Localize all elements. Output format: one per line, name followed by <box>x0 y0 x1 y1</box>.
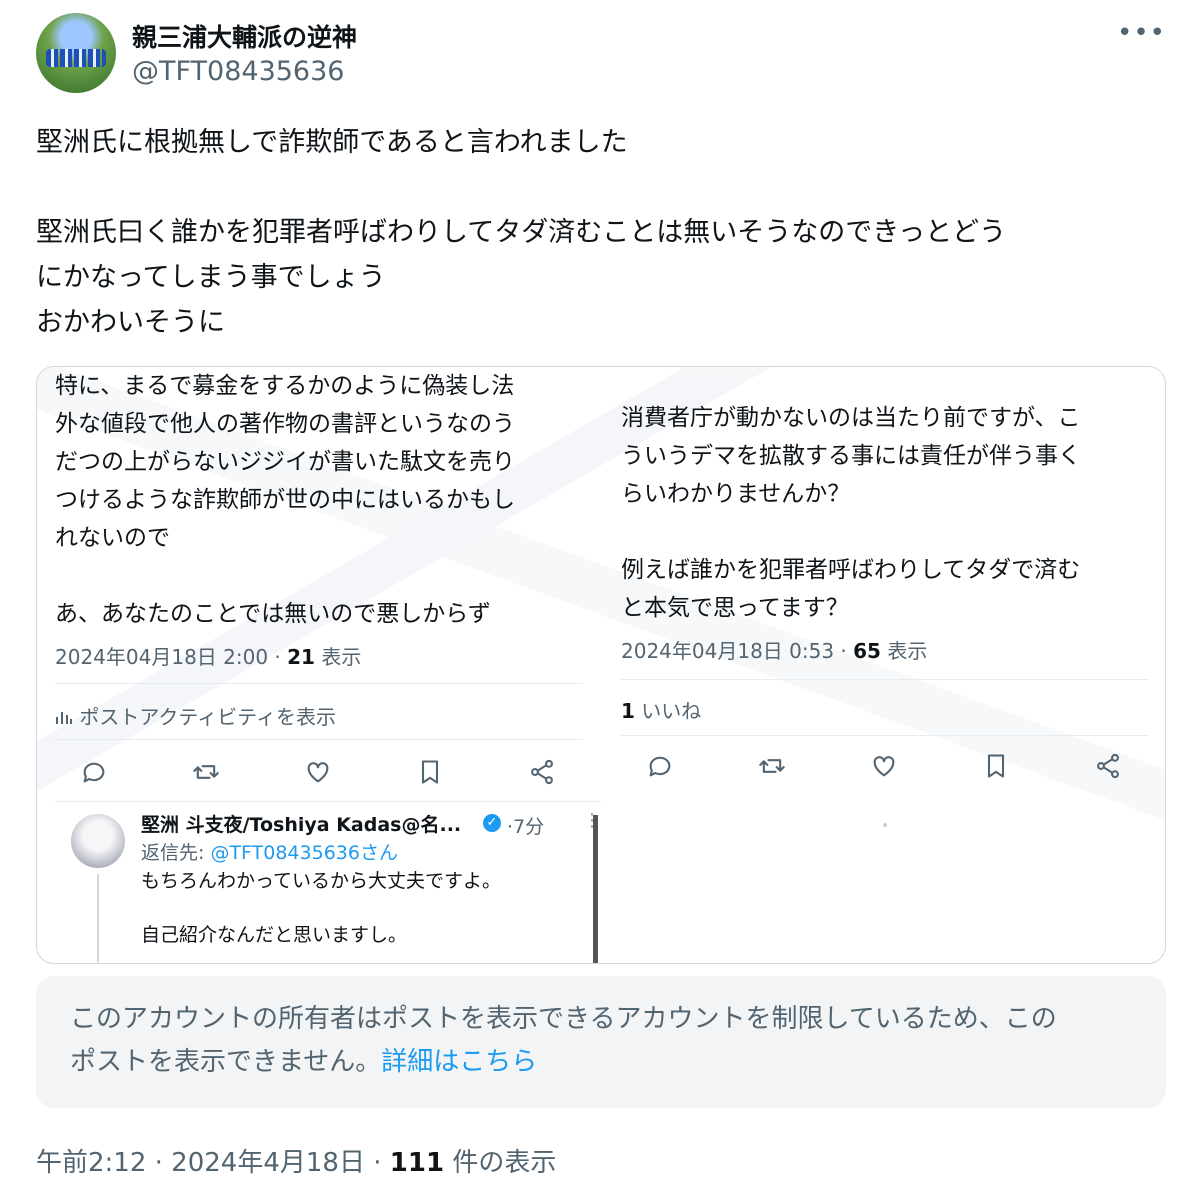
post-activity-link: ポストアクティビティを表示 <box>55 701 336 730</box>
image-right-timestamp: 2024年04月18日 0:53 · <box>621 639 854 663</box>
more-icon[interactable]: ••• <box>1117 18 1166 48</box>
reply-time: ·7分 <box>507 816 545 838</box>
image-left-views-label: 表示 <box>314 645 362 669</box>
image-right-views-label: 表示 <box>880 639 928 663</box>
post-views-count: 111 <box>389 1148 445 1178</box>
divider <box>593 815 598 963</box>
share-icon <box>527 757 557 787</box>
reply-to-handle: @TFT08435636さん <box>210 842 398 864</box>
image-right-likes-label: いいね <box>634 699 702 723</box>
like-icon <box>303 757 333 787</box>
image-left-timestamp: 2024年04月18日 2:00 · <box>55 645 288 669</box>
learn-more-link[interactable]: 詳細はこちら <box>381 1047 537 1077</box>
divider <box>883 823 887 827</box>
embedded-reply: 堅洲 斗支夜/Toshiya Kadas@名... ✓ ·7分 ⋮ 返信先: @… <box>55 801 601 963</box>
image-left-text: 特に、まるで募金をするかのように偽装し法 外な値段で他人の著作物の書評というなの… <box>55 373 515 627</box>
reply-author-name: 堅洲 斗支夜/Toshiya Kadas@名... <box>141 814 462 836</box>
image-left-meta: 2024年04月18日 2:00 · 21 表示 <box>55 641 361 670</box>
image-right-text: 消費者庁が動かないのは当たり前ですが、こ ういうデマを拡散する事には責任が伴う事… <box>621 405 1081 621</box>
notice-text: このアカウントの所有者はポストを表示できるアカウントを制限しているため、この ポ… <box>70 1004 1057 1077</box>
image-right-meta: 2024年04月18日 0:53 · 65 表示 <box>621 635 927 664</box>
tweet-text: 堅洲氏に根拠無しで詐欺師であると言われました 堅洲氏曰く誰かを犯罪者呼ばわりして… <box>36 127 1007 338</box>
image-left-views-count: 21 <box>287 645 315 669</box>
analytics-icon <box>55 705 79 729</box>
image-right-likes: 1 いいね <box>621 695 701 724</box>
bookmark-icon <box>415 757 445 787</box>
restricted-notice: このアカウントの所有者はポストを表示できるアカウントを制限しているため、この ポ… <box>36 976 1166 1108</box>
post-views-label: 件の表示 <box>444 1148 557 1178</box>
attached-image[interactable]: 特に、まるで募金をするかのように偽装し法 外な値段で他人の著作物の書評というなの… <box>36 366 1166 964</box>
post-activity-label: ポストアクティビティを表示 <box>79 705 336 729</box>
like-icon <box>869 751 899 781</box>
image-right-panel: 消費者庁が動かないのは当たり前ですが、こ ういうデマを拡散する事には責任が伴う事… <box>603 367 1165 797</box>
image-left-actions <box>79 755 557 789</box>
image-right-actions <box>645 749 1123 783</box>
reply-avatar <box>71 814 125 868</box>
image-left-panel: 特に、まるで募金をするかのように偽装し法 外な値段で他人の著作物の書評というなの… <box>37 367 597 801</box>
author-display-name[interactable]: 親三浦大輔派の逆神 <box>132 18 357 54</box>
share-icon <box>1093 751 1123 781</box>
post-footer: 午前2:12 · 2024年4月18日 · 111 件の表示 <box>36 1142 556 1179</box>
reply-icon <box>79 757 109 787</box>
author-avatar[interactable] <box>36 13 116 93</box>
image-right-views-count: 65 <box>853 639 881 663</box>
reply-to-prefix: 返信先: <box>141 842 211 864</box>
post-timestamp[interactable]: 午前2:12 · 2024年4月18日 · <box>36 1148 390 1178</box>
reply-icon <box>645 751 675 781</box>
retweet-icon <box>757 751 787 781</box>
image-right-likes-count: 1 <box>621 699 635 723</box>
author-handle[interactable]: @TFT08435636 <box>132 56 344 87</box>
verified-icon: ✓ <box>483 814 501 832</box>
more-icon: ⋮ <box>583 810 601 831</box>
retweet-icon <box>191 757 221 787</box>
reply-to: 返信先: @TFT08435636さん <box>141 838 398 865</box>
reply-text: もちろんわかっているから大丈夫ですよ。 自己紹介なんだと思いますし。 <box>141 870 502 946</box>
bookmark-icon <box>981 751 1011 781</box>
thread-line <box>97 874 99 963</box>
